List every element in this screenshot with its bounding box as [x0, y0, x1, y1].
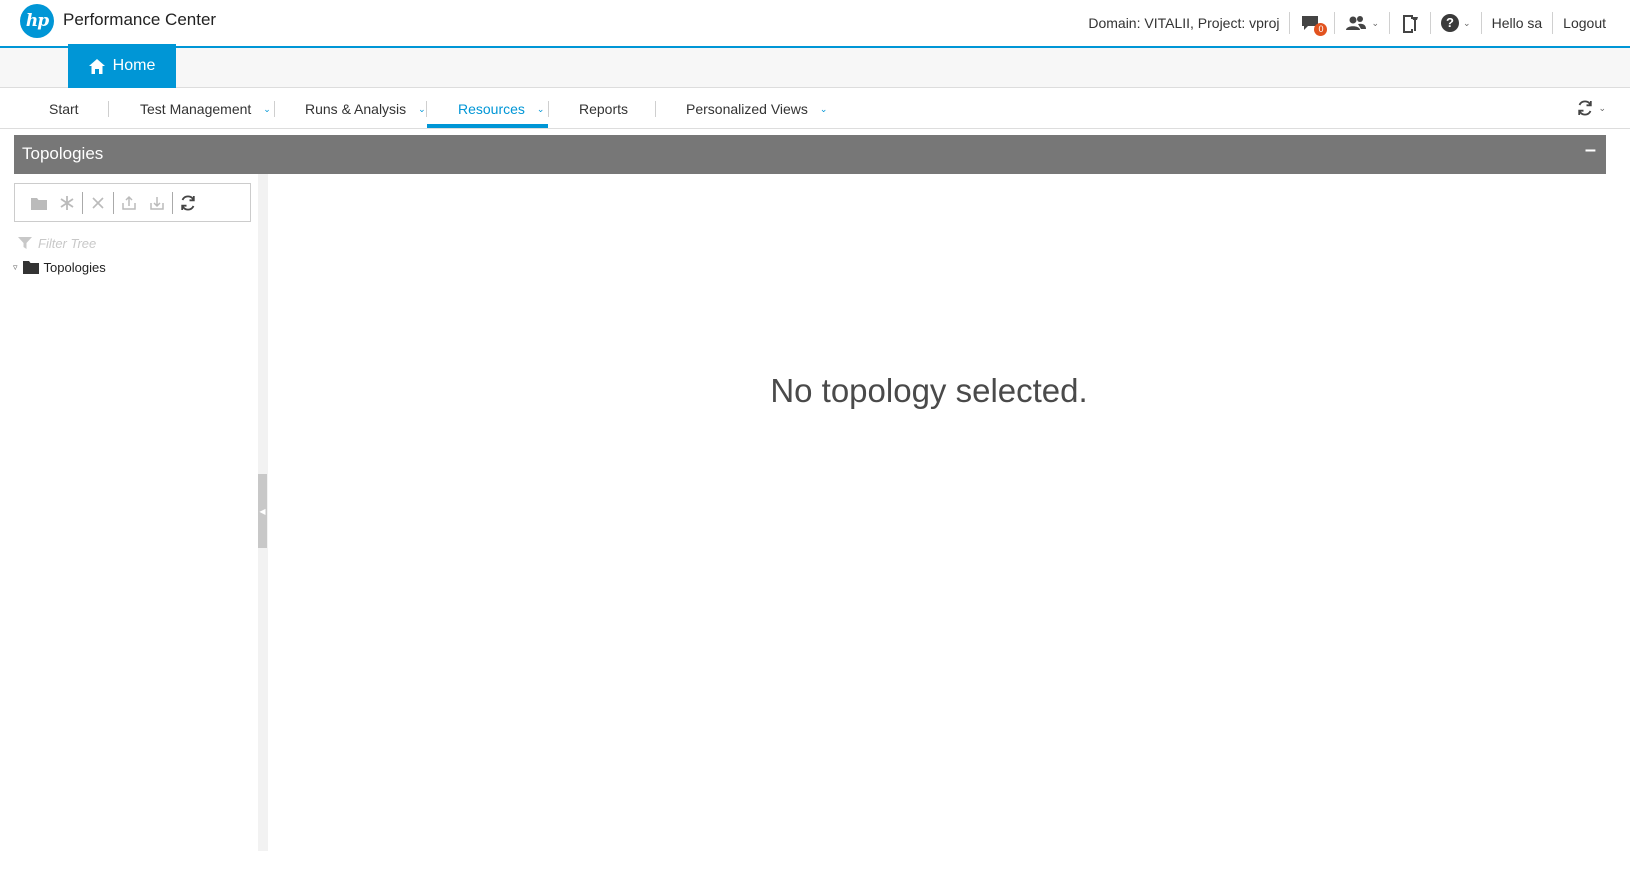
nav-personalized-views[interactable]: Personalized Views ⌄: [686, 89, 827, 129]
new-folder-icon: [31, 197, 47, 210]
tab-home[interactable]: Home: [68, 44, 176, 88]
folder-icon: [22, 261, 39, 274]
new-item-icon: [60, 195, 74, 210]
nav-resources[interactable]: Resources ⌄: [458, 89, 544, 129]
export-button[interactable]: [115, 189, 143, 217]
chevron-down-icon: ⌄: [819, 103, 828, 114]
nav-divider: [548, 101, 549, 117]
import-button[interactable]: [143, 189, 171, 217]
help-menu-button[interactable]: ? ⌄: [1441, 14, 1471, 32]
divider: [1289, 12, 1291, 34]
chevron-down-icon: ⌄: [1371, 17, 1380, 28]
new-folder-button[interactable]: [25, 189, 53, 217]
users-menu-button[interactable]: ⌄: [1345, 15, 1379, 31]
tree-toolbar: [14, 183, 251, 222]
divider: [1480, 12, 1482, 34]
module-tab-strip: Home: [0, 44, 1630, 88]
new-topology-button[interactable]: [53, 189, 81, 217]
user-greeting: Hello sa: [1491, 15, 1543, 31]
divider: [1552, 12, 1554, 34]
upload-icon: [122, 195, 136, 210]
nav-reports-label: Reports: [579, 101, 629, 117]
messages-button[interactable]: 0: [1300, 14, 1328, 36]
nav-reports[interactable]: Reports: [579, 89, 628, 129]
delete-icon: [92, 196, 104, 209]
nav-divider: [426, 101, 427, 117]
nav-runs-analysis[interactable]: Runs & Analysis ⌄: [305, 89, 426, 129]
messages-badge: 0: [1314, 23, 1328, 36]
tree-node-label: Topologies: [43, 259, 106, 275]
main-nav: Start Test Management ⌄ Runs & Analysis …: [0, 89, 1630, 129]
delete-button[interactable]: [84, 189, 112, 217]
top-header: hp Performance Center Domain: VITALII, P…: [0, 0, 1630, 48]
topologies-panel-header: Topologies –: [14, 135, 1606, 174]
collapse-sidebar-handle[interactable]: ◀: [258, 474, 267, 548]
refresh-tree-button[interactable]: [174, 189, 202, 217]
chevron-down-icon: ⌄: [536, 103, 545, 114]
toolbar-divider: [113, 191, 114, 214]
panel-title: Topologies: [22, 144, 104, 163]
refresh-icon: [181, 195, 195, 210]
refresh-icon: [1578, 100, 1593, 116]
collapse-panel-button[interactable]: –: [1585, 139, 1596, 162]
empty-state-message: No topology selected.: [770, 372, 1088, 409]
tree-panel: ▿ Topologies: [0, 174, 258, 851]
toolbar-divider: [172, 191, 173, 214]
nav-runs-analysis-label: Runs & Analysis: [305, 101, 407, 117]
expand-toggle-icon[interactable]: ▿: [13, 262, 18, 273]
nav-divider: [655, 101, 656, 117]
toolbar-divider: [82, 191, 83, 214]
nav-divider: [274, 101, 275, 117]
chevron-down-icon: ⌄: [1598, 102, 1606, 113]
filter-tree-input[interactable]: [38, 235, 238, 251]
tools-button[interactable]: [1400, 13, 1420, 33]
main-content: No topology selected.: [268, 174, 1608, 851]
nav-personalized-views-label: Personalized Views: [686, 101, 808, 117]
filter-icon: [18, 237, 32, 249]
nav-resources-label: Resources: [458, 101, 525, 117]
tree-node-topologies[interactable]: ▿ Topologies: [13, 257, 106, 277]
chevron-down-icon: ⌄: [1463, 17, 1471, 28]
download-icon: [150, 196, 164, 210]
nav-test-management-label: Test Management: [140, 101, 252, 117]
domain-project-label: Domain: VITALII, Project: vproj: [1088, 15, 1280, 31]
auto-refresh-button[interactable]: ⌄: [1576, 99, 1606, 117]
tab-home-label: Home: [112, 57, 156, 74]
active-tab-indicator: [427, 124, 548, 128]
divider: [1389, 12, 1391, 34]
divider: [1430, 12, 1432, 34]
nav-start[interactable]: Start: [49, 89, 79, 129]
nav-start-label: Start: [49, 101, 79, 117]
help-icon: ?: [1441, 14, 1460, 32]
nav-test-management[interactable]: Test Management ⌄: [140, 89, 271, 129]
filter-tree: [18, 234, 238, 252]
app-title: Performance Center: [63, 10, 217, 29]
users-icon: [1346, 16, 1367, 30]
home-icon: [88, 58, 105, 74]
chevron-down-icon: ⌄: [418, 103, 426, 114]
tools-icon: [1403, 15, 1419, 33]
logout-link[interactable]: Logout: [1563, 15, 1606, 31]
hp-logo: hp: [20, 4, 54, 38]
nav-divider: [108, 101, 109, 117]
chevron-down-icon: ⌄: [263, 103, 271, 114]
divider: [1334, 12, 1336, 34]
header-right: Domain: VITALII, Project: vproj 0 ⌄ ? ⌄ …: [1088, 0, 1606, 46]
